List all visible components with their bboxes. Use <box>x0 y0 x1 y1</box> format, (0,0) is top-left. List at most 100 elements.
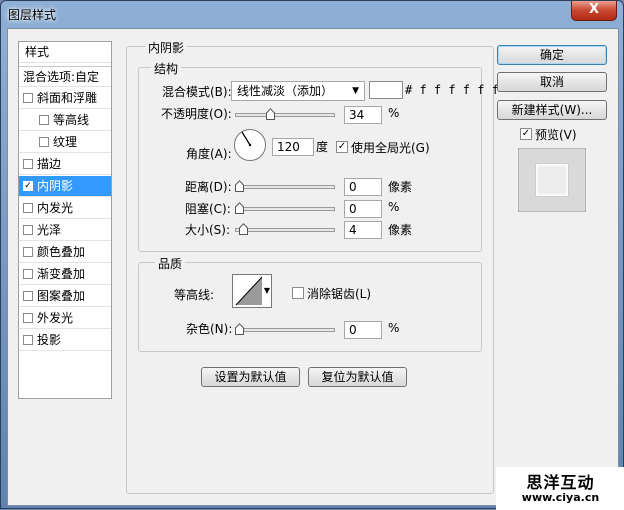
style-item-checkbox[interactable] <box>23 291 33 301</box>
new-style-button[interactable]: 新建样式(W)... <box>497 100 607 120</box>
watermark-brand: 思洋互动 <box>526 473 595 492</box>
style-item-checkbox[interactable] <box>39 137 49 147</box>
style-list-item[interactable]: 颜色叠加 <box>19 242 111 263</box>
style-item-checkbox[interactable] <box>23 225 33 235</box>
style-list-item[interactable]: 斜面和浮雕 <box>19 88 111 109</box>
choke-unit: % <box>388 200 400 214</box>
cancel-button[interactable]: 取消 <box>497 72 607 92</box>
style-item-checkbox[interactable] <box>23 335 33 345</box>
style-item-checkbox[interactable] <box>23 313 33 323</box>
checkmark-icon: ✓ <box>521 128 531 139</box>
ok-button[interactable]: 确定 <box>497 45 607 65</box>
size-slider-thumb[interactable] <box>238 223 248 235</box>
style-preview <box>518 148 586 212</box>
style-list-item[interactable]: ✓ 内阴影 <box>19 176 111 197</box>
close-button[interactable]: X <box>571 1 617 21</box>
style-list-header[interactable]: 样式 <box>19 42 111 63</box>
distance-slider[interactable] <box>235 180 335 192</box>
blend-mode-select[interactable]: 线性减淡（添加） ▼ <box>231 81 365 101</box>
style-item-label: 投影 <box>37 333 62 347</box>
dropdown-arrow-icon: ▼ <box>352 86 359 96</box>
style-item-checkbox[interactable] <box>23 203 33 213</box>
style-item-label: 纹理 <box>53 135 78 149</box>
style-item-label: 描边 <box>37 157 62 171</box>
style-list-item[interactable]: 等高线 <box>19 110 111 131</box>
noise-input[interactable]: 0 <box>344 321 382 339</box>
global-light-label: 使用全局光(G) <box>351 141 430 155</box>
size-input[interactable]: 4 <box>344 221 382 239</box>
watermark: 思洋互动 www.ciya.cn <box>496 467 624 510</box>
set-default-button[interactable]: 设置为默认值 <box>201 367 300 387</box>
noise-label: 杂色(N): <box>186 322 233 336</box>
size-unit: 像素 <box>388 223 413 237</box>
choke-slider[interactable] <box>235 202 335 214</box>
style-item-label: 光泽 <box>37 223 62 237</box>
style-item-label: 图案叠加 <box>37 289 86 303</box>
title-bar[interactable]: 图层样式 X <box>1 1 623 27</box>
style-list-item[interactable]: 投影 <box>19 330 111 351</box>
preview-label: 预览(V) <box>535 128 577 142</box>
choke-label: 阻塞(C): <box>185 202 231 216</box>
size-label: 大小(S): <box>185 223 231 237</box>
checkmark-icon: ✓ <box>24 181 32 191</box>
style-item-label: 内发光 <box>37 201 74 215</box>
close-icon: X <box>588 2 600 17</box>
noise-slider[interactable] <box>235 323 335 335</box>
style-item-checkbox[interactable]: ✓ <box>23 181 33 191</box>
window-title: 图层样式 <box>8 8 57 22</box>
shadow-color-swatch[interactable] <box>369 81 403 99</box>
structure-group: 结构 混合模式(B): 线性减淡（添加） ▼ # f f f f f f 不透明… <box>138 60 499 252</box>
style-list-item[interactable]: 光泽 <box>19 220 111 241</box>
style-list-item[interactable]: 描边 <box>19 154 111 175</box>
quality-group: 品质 等高线: ▼ 消除锯齿(L) 杂色(N): 0 % <box>138 255 482 352</box>
angle-dial-icon <box>234 129 266 161</box>
angle-dial[interactable] <box>233 128 267 162</box>
style-list-item[interactable]: 外发光 <box>19 308 111 329</box>
distance-slider-thumb[interactable] <box>235 180 244 192</box>
dialog-client: 样式 混合选项:自定 斜面和浮雕等高线纹理描边 ✓ 内阴影内发光光泽颜色叠加渐变叠加… <box>7 28 619 506</box>
angle-label: 角度(A): <box>186 147 232 161</box>
style-item-checkbox[interactable] <box>23 159 33 169</box>
opacity-unit: % <box>388 106 400 120</box>
style-list-blend-options[interactable]: 混合选项:自定 <box>19 66 111 87</box>
style-list-item[interactable]: 渐变叠加 <box>19 264 111 285</box>
checkmark-icon: ✓ <box>337 141 347 152</box>
style-list-item[interactable]: 内发光 <box>19 198 111 219</box>
choke-slider-thumb[interactable] <box>235 202 244 214</box>
choke-input[interactable]: 0 <box>344 200 382 218</box>
preview-checkbox[interactable]: ✓ <box>520 128 532 140</box>
contour-picker[interactable]: ▼ <box>232 274 272 308</box>
distance-input[interactable]: 0 <box>344 178 382 196</box>
noise-slider-thumb[interactable] <box>235 323 244 335</box>
layer-style-dialog: 图层样式 X 样式 混合选项:自定 斜面和浮雕等高线纹理描边 ✓ 内阴影内发光光泽颜… <box>0 0 624 510</box>
style-item-label: 颜色叠加 <box>37 245 86 259</box>
antialias-label: 消除锯齿(L) <box>307 287 372 301</box>
opacity-slider-thumb[interactable] <box>265 108 275 120</box>
angle-input[interactable]: 120 <box>272 138 314 156</box>
style-item-label: 外发光 <box>37 311 74 325</box>
style-list: 样式 混合选项:自定 斜面和浮雕等高线纹理描边 ✓ 内阴影内发光光泽颜色叠加渐变叠加… <box>18 41 112 399</box>
style-item-label: 等高线 <box>53 113 90 127</box>
style-item-checkbox[interactable] <box>23 269 33 279</box>
antialias-checkbox[interactable] <box>292 287 304 299</box>
opacity-label: 不透明度(O): <box>161 107 232 121</box>
style-item-label: 渐变叠加 <box>37 267 86 281</box>
contour-label: 等高线: <box>174 288 215 302</box>
style-list-item[interactable]: 图案叠加 <box>19 286 111 307</box>
size-slider[interactable] <box>235 223 335 235</box>
opacity-input[interactable]: 34 <box>344 106 382 124</box>
style-list-item[interactable]: 纹理 <box>19 132 111 153</box>
style-item-label: 内阴影 <box>37 179 74 193</box>
style-item-checkbox[interactable] <box>23 247 33 257</box>
noise-unit: % <box>388 321 400 335</box>
style-item-checkbox[interactable] <box>23 93 33 103</box>
blend-mode-label: 混合模式(B): <box>162 85 232 99</box>
global-light-checkbox[interactable]: ✓ <box>336 141 348 153</box>
style-item-checkbox[interactable] <box>39 115 49 125</box>
opacity-slider[interactable] <box>235 108 335 120</box>
structure-title: 结构 <box>151 60 182 77</box>
style-preview-swatch <box>536 164 568 196</box>
quality-title: 品质 <box>155 255 186 272</box>
watermark-url: www.ciya.cn <box>521 491 600 504</box>
reset-default-button[interactable]: 复位为默认值 <box>308 367 407 387</box>
